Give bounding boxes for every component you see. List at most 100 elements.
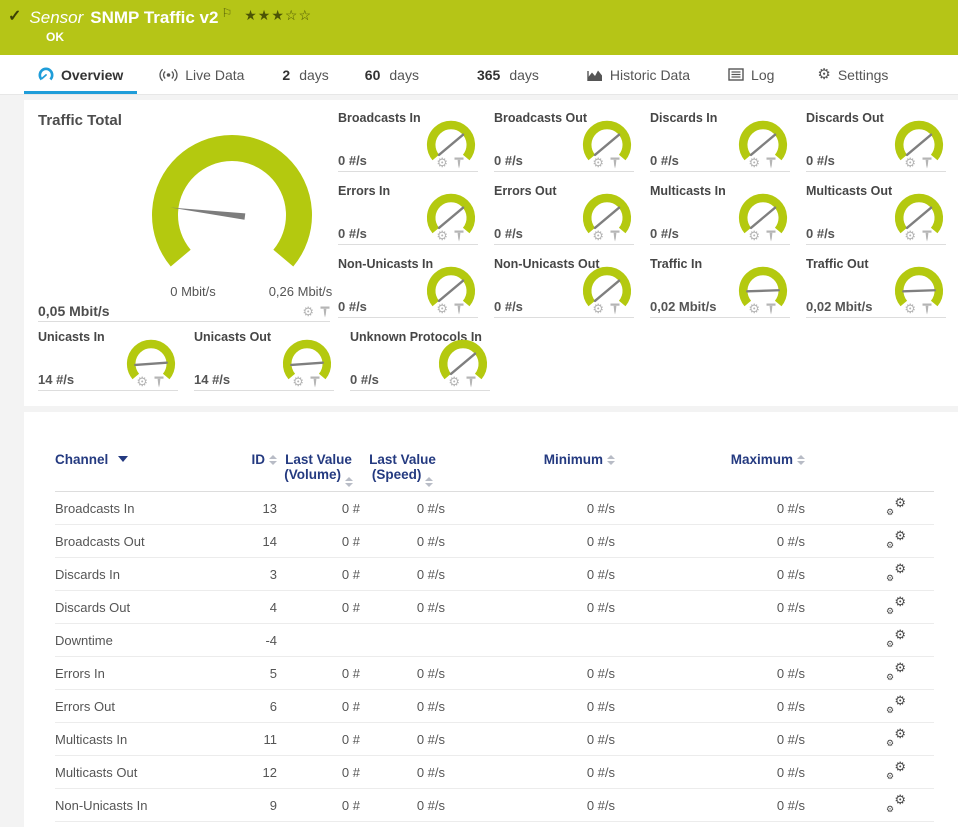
gauge-value: 0 #/s <box>650 153 679 168</box>
pin-icon[interactable] <box>466 376 476 388</box>
gear-icon[interactable]: ⚙ <box>592 229 604 242</box>
gauge-value: 0 #/s <box>650 226 679 241</box>
channel-settings-icon[interactable]: ⚙⚙ <box>886 795 906 813</box>
gauge-panel-non-unicasts-out: Non-Unicasts Out 0 #/s ⚙ <box>494 256 634 318</box>
pin-icon[interactable] <box>922 303 932 315</box>
gear-icon[interactable]: ⚙ <box>748 156 760 169</box>
gauge-min-label: 0 Mbit/s <box>138 284 248 299</box>
column-header-maximum[interactable]: Maximum <box>615 452 805 467</box>
gear-icon[interactable]: ⚙ <box>748 302 760 315</box>
sort-icon <box>797 455 805 465</box>
tab-historic-data[interactable]: Historic Data <box>573 55 704 94</box>
tab-settings[interactable]: ⚙ Settings <box>803 55 902 94</box>
channel-name: Downtime <box>55 633 225 648</box>
sort-icon <box>425 477 433 487</box>
tab-live-data[interactable]: Live Data <box>145 55 258 94</box>
gauge-panel-traffic-in: Traffic In 0,02 Mbit/s ⚙ <box>650 256 790 318</box>
gear-icon[interactable]: ⚙ <box>436 302 448 315</box>
column-header-id[interactable]: ID <box>225 452 277 467</box>
column-header-channel[interactable]: Channel <box>55 452 225 467</box>
last-value-volume: 0 # <box>277 732 360 747</box>
minimum-value: 0 #/s <box>445 699 615 714</box>
gear-icon[interactable]: ⚙ <box>136 375 148 388</box>
priority-stars[interactable]: ★★★☆☆ <box>244 6 312 24</box>
table-row-discards-out: Discards Out 4 0 # 0 #/s 0 #/s 0 #/s ⚙⚙ <box>55 591 934 624</box>
tab-overview[interactable]: Overview <box>24 55 137 94</box>
historic-data-icon <box>587 68 603 82</box>
tab-2-days[interactable]: 2 days <box>268 55 342 94</box>
sort-desc-icon <box>118 456 128 462</box>
gauge-panel-unicasts-out: Unicasts Out 14 #/s ⚙ <box>194 329 334 391</box>
pin-icon[interactable] <box>454 157 464 169</box>
traffic-total-gauge <box>144 129 320 301</box>
pin-icon[interactable] <box>922 157 932 169</box>
pin-icon[interactable] <box>610 303 620 315</box>
gear-icon[interactable]: ⚙ <box>904 156 916 169</box>
channel-settings-icon[interactable]: ⚙⚙ <box>886 663 906 681</box>
gear-icon[interactable]: ⚙ <box>436 229 448 242</box>
tab-number: 60 <box>365 67 381 83</box>
maximum-value: 0 #/s <box>615 666 805 681</box>
pin-icon[interactable] <box>922 230 932 242</box>
pin-icon[interactable] <box>766 303 776 315</box>
gauge-value: 0 #/s <box>494 226 523 241</box>
pin-icon[interactable] <box>320 306 330 318</box>
column-header-last-value-speed[interactable]: Last Value(Speed) <box>360 452 445 487</box>
gauge-title: Broadcasts Out <box>494 111 587 125</box>
last-value-volume: 0 # <box>277 666 360 681</box>
gear-icon[interactable]: ⚙ <box>904 229 916 242</box>
last-value-speed: 0 #/s <box>360 765 445 780</box>
pin-icon[interactable] <box>154 376 164 388</box>
gauge-title: Errors Out <box>494 184 557 198</box>
pin-icon[interactable] <box>310 376 320 388</box>
pin-icon[interactable] <box>766 230 776 242</box>
gear-icon[interactable]: ⚙ <box>904 302 916 315</box>
tab-label: Historic Data <box>610 67 690 83</box>
gear-icon[interactable]: ⚙ <box>302 305 314 318</box>
pin-icon[interactable] <box>610 230 620 242</box>
live-data-icon <box>159 68 178 82</box>
gear-icon: ⚙ <box>817 67 830 82</box>
traffic-total-panel: Traffic Total 0 Mbit/s 0,26 Mbit/s 0,05 … <box>38 110 330 322</box>
table-row-multicasts-in: Multicasts In 11 0 # 0 #/s 0 #/s 0 #/s ⚙… <box>55 723 934 756</box>
gear-icon[interactable]: ⚙ <box>436 156 448 169</box>
gauge-value: 0,02 Mbit/s <box>806 299 872 314</box>
pin-icon[interactable] <box>454 230 464 242</box>
channel-settings-icon[interactable]: ⚙⚙ <box>886 630 906 648</box>
channel-settings-icon[interactable]: ⚙⚙ <box>886 696 906 714</box>
pin-icon[interactable] <box>454 303 464 315</box>
channel-settings-icon[interactable]: ⚙⚙ <box>886 564 906 582</box>
tab-log[interactable]: Log <box>714 55 788 94</box>
last-value-volume: 0 # <box>277 501 360 516</box>
channel-settings-icon[interactable]: ⚙⚙ <box>886 762 906 780</box>
log-icon <box>728 68 744 81</box>
gear-icon[interactable]: ⚙ <box>592 302 604 315</box>
channel-settings-icon[interactable]: ⚙⚙ <box>886 498 906 516</box>
tab-60-days[interactable]: 60 days <box>351 55 433 94</box>
column-header-last-value-volume[interactable]: Last Value(Volume) <box>277 452 360 487</box>
gear-icon[interactable]: ⚙ <box>292 375 304 388</box>
sensor-title-row: ✓ Sensor SNMP Traffic v2 ⚐ ★★★☆☆ <box>8 6 312 30</box>
channel-settings-icon[interactable]: ⚙⚙ <box>886 531 906 549</box>
gauge-panel-broadcasts-in: Broadcasts In 0 #/s ⚙ <box>338 110 478 172</box>
gauge-title: Non-Unicasts In <box>338 257 433 271</box>
sensor-name: SNMP Traffic v2 <box>90 6 218 30</box>
gear-icon[interactable]: ⚙ <box>448 375 460 388</box>
channel-settings-icon[interactable]: ⚙⚙ <box>886 597 906 615</box>
tab-label: Settings <box>838 67 889 83</box>
flag-icon[interactable]: ⚐ <box>221 6 232 20</box>
channel-name: Non-Unicasts In <box>55 798 225 813</box>
gauge-title: Traffic In <box>650 257 702 271</box>
column-header-minimum[interactable]: Minimum <box>445 452 615 467</box>
channel-name: Errors In <box>55 666 225 681</box>
tab-365-days[interactable]: 365 days <box>463 55 553 94</box>
pin-icon[interactable] <box>766 157 776 169</box>
gear-icon[interactable]: ⚙ <box>748 229 760 242</box>
minimum-value: 0 #/s <box>445 600 615 615</box>
minimum-value: 0 #/s <box>445 501 615 516</box>
channel-settings-icon[interactable]: ⚙⚙ <box>886 729 906 747</box>
gauge-title: Unicasts Out <box>194 330 271 344</box>
pin-icon[interactable] <box>610 157 620 169</box>
channel-name: Discards Out <box>55 600 225 615</box>
gear-icon[interactable]: ⚙ <box>592 156 604 169</box>
